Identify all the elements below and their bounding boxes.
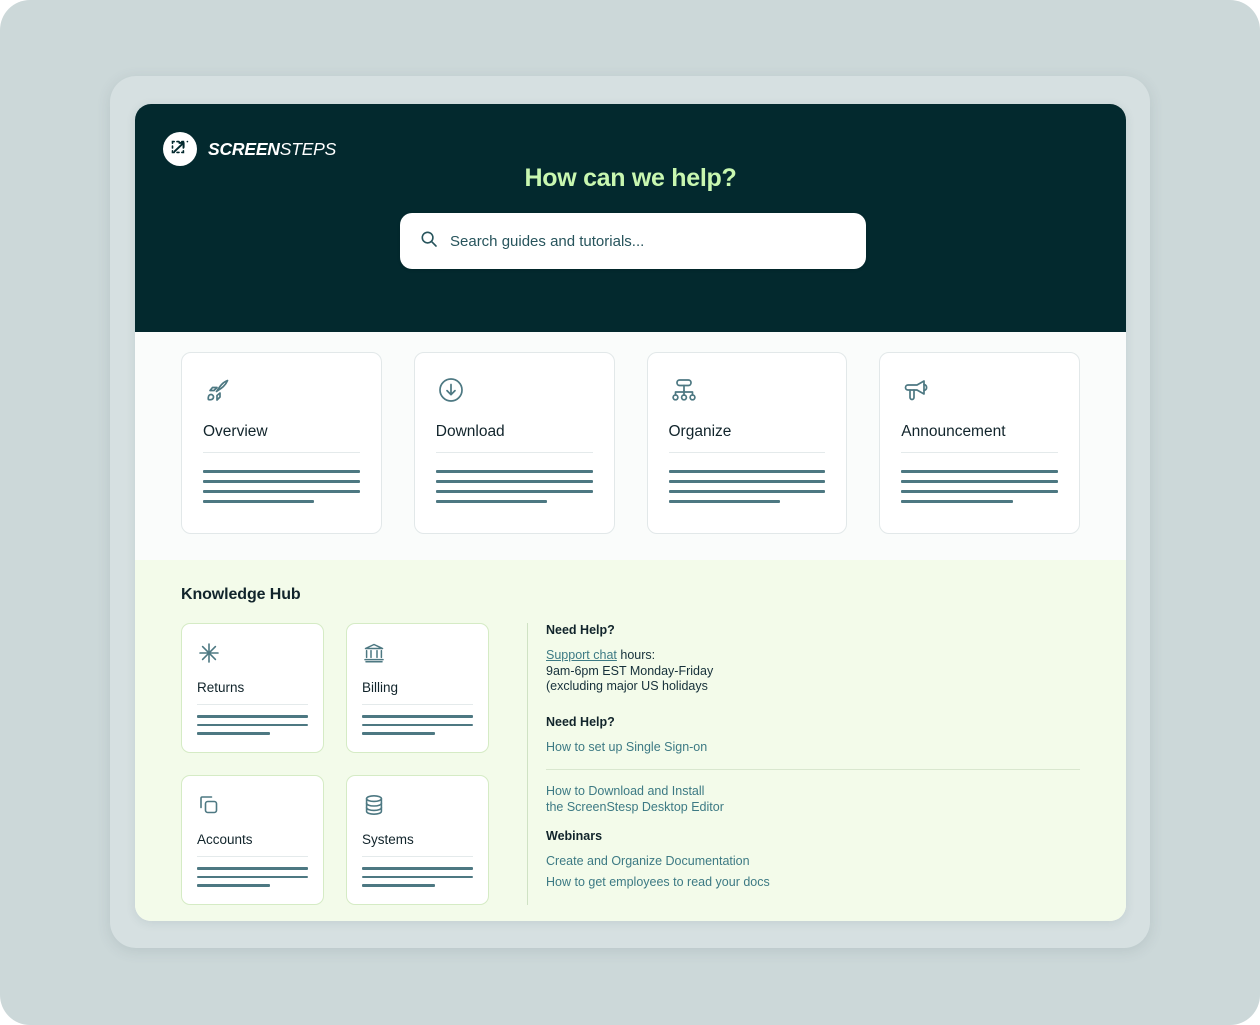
page-title: How can we help? [524,164,737,192]
knowledge-hub-section: Knowledge Hub Returns Billing Accounts S… [135,560,1126,921]
category-card-organize[interactable]: Organize [646,352,848,534]
support-hours-exclusion: (excluding major US holidays [546,679,708,694]
help-divider [546,769,1080,771]
knowledge-hub-card-grid: Returns Billing Accounts Systems [181,623,489,905]
card-divider [435,452,593,453]
card-divider [203,452,360,453]
category-card-title: Announcement [901,423,1006,440]
card-placeholder-lines [362,867,473,887]
card-divider [668,452,826,453]
search-icon [420,230,438,253]
brand-name: SCREENSTEPS [208,139,336,160]
support-chat-hours-line: Support chat hours: [546,648,1080,664]
database-icon [362,793,473,819]
card-divider [197,856,308,857]
knowledge-hub-title: Knowledge Hub [181,586,301,603]
category-card-title: Organize [668,423,732,440]
help-sidebar: Need Help? Support chat hours: 9am-6pm E… [527,623,1080,905]
hub-card-accounts[interactable]: Accounts [181,775,324,905]
card-placeholder-lines [901,470,1058,503]
card-placeholder-lines [203,470,360,503]
hub-card-title: Accounts [197,832,253,847]
download-circle-icon [436,375,593,407]
help-link-webinar-create-organize[interactable]: Create and Organize Documentation [546,854,1080,870]
brand-name-light: STEPS [279,138,337,159]
hub-card-title: Returns [197,680,245,695]
card-divider [362,704,473,705]
category-cards-row: Overview Download Organize Announcement [135,332,1126,560]
asterisk-icon [197,641,308,667]
hub-card-title: Billing [362,680,399,695]
category-card-overview[interactable]: Overview [181,352,382,534]
support-chat-link[interactable]: Support chat [546,648,617,662]
hub-card-title: Systems [362,832,414,847]
card-placeholder-lines [435,470,593,503]
help-link-webinar-read-docs[interactable]: How to get employees to read your docs [546,875,1080,891]
card-divider [362,856,473,857]
bank-icon [362,641,473,667]
search-bar[interactable]: Search guides and tutorials... [400,213,866,269]
card-divider [901,452,1058,453]
help-heading-need-help-2: Need Help? [546,714,615,729]
help-link-download-install-line1[interactable]: How to Download and Install [546,784,1080,800]
support-hours-weekdays: 9am-6pm EST Monday-Friday [546,663,714,678]
card-placeholder-lines [668,470,826,503]
card-divider [197,704,308,705]
card-placeholder-lines [362,715,473,735]
search-input[interactable]: Search guides and tutorials... [450,233,644,250]
help-link-download-install-line2[interactable]: the ScreenStesp Desktop Editor [546,800,1080,816]
screensteps-circle-arrow-icon [163,132,197,166]
brand-logo-group[interactable]: SCREENSTEPS [163,132,336,166]
help-heading-need-help-1: Need Help? [546,623,615,637]
category-card-download[interactable]: Download [413,352,615,534]
knowledge-hub-body: Returns Billing Accounts Systems Need He… [181,623,1080,905]
megaphone-icon [901,375,1058,407]
support-hours-suffix: hours: [616,648,656,662]
help-link-single-sign-on[interactable]: How to set up Single Sign-on [546,740,1080,756]
hub-card-returns[interactable]: Returns [181,623,324,753]
hub-card-billing[interactable]: Billing [346,623,489,753]
help-center-app: SCREENSTEPS How can we help? Search guid… [135,104,1126,921]
copy-layers-icon [197,793,308,819]
screenshot-root: SCREENSTEPS How can we help? Search guid… [0,0,1260,1025]
hero-section: SCREENSTEPS How can we help? Search guid… [135,104,1126,332]
hub-card-systems[interactable]: Systems [346,775,489,905]
card-placeholder-lines [197,867,308,887]
brand-name-bold: SCREEN [208,138,280,159]
category-card-title: Overview [203,423,268,440]
rocket-icon [203,375,360,407]
card-placeholder-lines [197,715,308,735]
category-card-announcement[interactable]: Announcement [879,352,1080,534]
category-card-title: Download [435,423,505,440]
org-chart-icon [669,375,826,407]
help-heading-webinars: Webinars [546,828,603,843]
